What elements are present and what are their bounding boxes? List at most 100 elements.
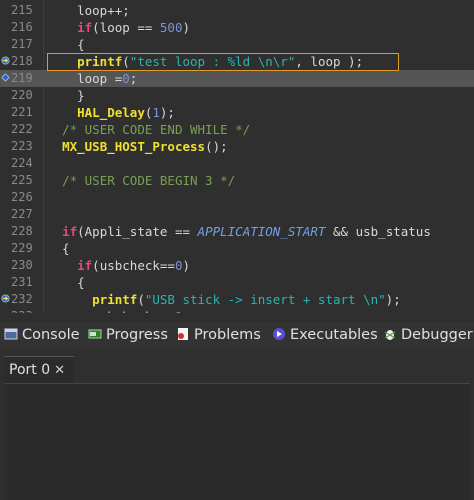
code-line[interactable]: 227	[0, 206, 474, 223]
tab-debugger[interactable]: Debugger	[383, 322, 473, 348]
code-line[interactable]: 232 printf("USB stick -> insert + start …	[0, 291, 474, 308]
tab-progress[interactable]: Progress	[88, 322, 168, 348]
line-number: 225	[11, 173, 33, 187]
line-number: 216	[11, 20, 33, 34]
code-text: HAL_Delay(1);	[47, 104, 175, 121]
code-text: {	[47, 274, 85, 291]
breakpoint-line-highlight	[47, 53, 399, 71]
code-line[interactable]: 216 if(loop == 500)	[0, 19, 474, 36]
code-token: ;	[182, 309, 190, 313]
code-token: 500	[159, 20, 183, 35]
code-line[interactable]: 222 /* USER CODE END WHILE */	[0, 121, 474, 138]
code-token: loop =	[47, 71, 123, 86]
code-token: (Appli_state ==	[77, 224, 198, 239]
breakpoint-marker-icon[interactable]	[1, 294, 10, 303]
code-line[interactable]: 215 loop++;	[0, 2, 474, 19]
code-token: 1	[152, 105, 160, 120]
code-token: {	[47, 37, 85, 52]
code-line[interactable]: 221 HAL_Delay(1);	[0, 104, 474, 121]
code-token: ();	[205, 139, 228, 154]
code-token: );	[159, 105, 175, 120]
code-text: {	[47, 36, 85, 53]
tab-executables[interactable]: Executables	[272, 322, 378, 348]
code-token: loop++;	[47, 3, 130, 18]
tab-console[interactable]: Console	[4, 322, 80, 348]
executables-icon	[273, 328, 285, 340]
tab-label: Debugger	[401, 327, 473, 343]
code-line[interactable]: 230 if(usbcheck==0)	[0, 257, 474, 274]
code-text: if(Appli_state == APPLICATION_START && u…	[47, 223, 431, 240]
code-text: printf("USB stick -> insert + start \n")…	[47, 291, 401, 308]
code-token: (usbcheck==	[92, 258, 175, 273]
line-number: 224	[11, 156, 33, 170]
code-token: printf	[92, 292, 138, 307]
code-line[interactable]: 219 loop =0;	[0, 70, 474, 87]
progress-icon	[88, 329, 102, 339]
code-text: if(usbcheck==0)	[47, 257, 190, 274]
tab-label: Problems	[194, 327, 261, 343]
tab-port-0[interactable]: Port 0 ✕	[4, 356, 74, 383]
console-output[interactable]	[4, 383, 470, 500]
code-token: 0	[174, 258, 183, 273]
line-number: 226	[11, 190, 33, 204]
breakpoint-marker-icon[interactable]	[1, 56, 10, 65]
code-token: {	[47, 241, 70, 256]
line-number: 229	[11, 241, 33, 255]
tab-problems[interactable]: Problems	[176, 322, 261, 348]
code-token: {	[47, 275, 85, 290]
line-number: 230	[11, 258, 33, 272]
code-text: }	[47, 87, 85, 104]
line-number: 220	[11, 88, 33, 102]
close-icon[interactable]: ✕	[54, 363, 65, 378]
code-line[interactable]: 224	[0, 155, 474, 172]
code-line[interactable]: 226	[0, 189, 474, 206]
code-line[interactable]: 217 {	[0, 36, 474, 53]
code-token: APPLICATION_START	[197, 224, 326, 239]
line-number: 223	[11, 139, 33, 153]
problems-icon	[178, 328, 188, 340]
code-token: if	[77, 20, 93, 35]
console-icon	[4, 328, 18, 340]
code-token: if	[62, 224, 78, 239]
code-text: if(loop == 500)	[47, 19, 190, 36]
code-text: {	[47, 240, 70, 257]
line-number: 232	[11, 292, 33, 306]
code-line[interactable]: 233 usbcheck = 1;	[0, 308, 474, 313]
code-token: MX_USB_HOST_Process	[62, 139, 206, 154]
line-number: 228	[11, 224, 33, 238]
code-token: 0	[122, 71, 130, 86]
code-text: loop++;	[47, 2, 130, 19]
view-tab-bar: Console Progress Problems Executables De…	[0, 322, 474, 349]
line-number: 222	[11, 122, 33, 136]
line-number: 231	[11, 275, 33, 289]
port-tab-label: Port 0	[9, 362, 51, 378]
code-token: (loop ==	[92, 20, 160, 35]
instruction-pointer-icon[interactable]	[1, 73, 10, 82]
code-token: usbcheck =	[47, 309, 175, 313]
code-token: if	[77, 258, 93, 273]
code-line[interactable]: 220 }	[0, 87, 474, 104]
code-text: usbcheck = 1;	[47, 308, 190, 313]
tab-label: Console	[22, 327, 80, 343]
code-token: HAL_Delay	[77, 105, 145, 120]
code-line[interactable]: 225 /* USER CODE BEGIN 3 */	[0, 172, 474, 189]
code-token: )	[182, 258, 191, 273]
code-token: /* USER CODE END WHILE */	[62, 122, 251, 137]
code-token: ;	[129, 71, 138, 86]
code-line[interactable]: 223 MX_USB_HOST_Process();	[0, 138, 474, 155]
code-text: /* USER CODE BEGIN 3 */	[47, 172, 235, 189]
line-number: 217	[11, 37, 33, 51]
code-line[interactable]: 231 {	[0, 274, 474, 291]
code-line[interactable]: 229 {	[0, 240, 474, 257]
code-token: }	[47, 88, 85, 103]
code-line[interactable]: 228 if(Appli_state == APPLICATION_START …	[0, 223, 474, 240]
code-text: MX_USB_HOST_Process();	[47, 138, 228, 155]
code-editor[interactable]: 215 loop++; 216 if(loop == 500) 217 {218 p…	[0, 0, 474, 313]
